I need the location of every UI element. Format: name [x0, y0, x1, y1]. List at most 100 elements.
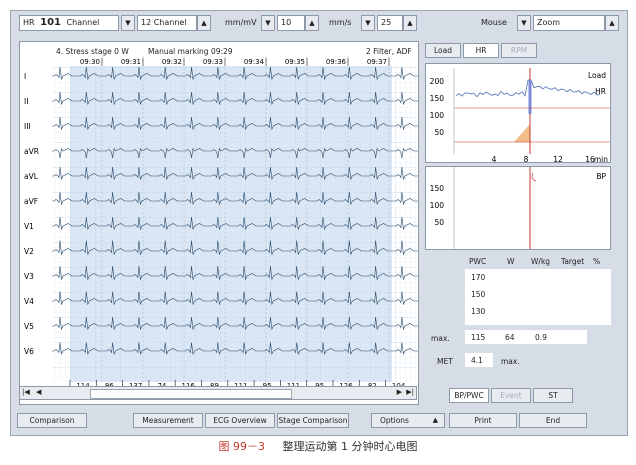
- max-value: 64: [505, 333, 515, 342]
- figure-caption: 图 99－3 整理运动第 1 分钟时心电图: [0, 438, 636, 454]
- time-label: 09:33: [203, 58, 223, 66]
- sensitivity-value[interactable]: 10: [277, 15, 305, 31]
- col-w: W: [507, 257, 515, 266]
- scroll-thumb[interactable]: [90, 389, 292, 399]
- tab-rpm[interactable]: RPM: [501, 43, 537, 58]
- scroll-next-icon[interactable]: ▶: [397, 388, 402, 396]
- sensitivity-down-icon[interactable]: ▼: [261, 15, 275, 31]
- met-label: MET: [437, 357, 453, 366]
- load-label: Load: [588, 71, 606, 80]
- lead-label: V4: [24, 297, 34, 306]
- hr-label: HR: [595, 87, 606, 96]
- stress-stage-label: 4. Stress stage 0 W: [56, 47, 129, 56]
- bp-ytick: 100: [430, 201, 445, 210]
- filter-label: 2 Filter, ADF: [366, 47, 412, 56]
- speed-unit: mm/s: [329, 18, 352, 27]
- col-pwc: PWC: [469, 257, 487, 266]
- bp-ytick: 50: [434, 218, 444, 227]
- measurement-button[interactable]: Measurement: [133, 413, 203, 428]
- lead-label: V3: [24, 272, 34, 281]
- bp-marker-curve: [531, 172, 537, 182]
- pwc-table: PWC W W/kg Target % 170 150 130 max. 115…: [425, 253, 611, 373]
- tab-load[interactable]: Load: [425, 43, 461, 58]
- time-label: 09:31: [121, 58, 141, 66]
- pwc-values-box: 170 150 130: [465, 269, 611, 325]
- print-button[interactable]: Print: [449, 413, 517, 428]
- speed-down-icon[interactable]: ▼: [361, 15, 375, 31]
- tab-event[interactable]: Event: [491, 388, 531, 403]
- mouse-dropdown-icon[interactable]: ▼: [517, 15, 531, 31]
- trend-panel: 200 150 100 50 4 8 12 16 min Load HR: [425, 63, 611, 163]
- scroll-prev-icon[interactable]: ◀: [36, 388, 41, 396]
- tab-hr[interactable]: HR: [463, 43, 499, 58]
- channel-dropdown-icon[interactable]: ▼: [121, 15, 135, 31]
- hr-series-line: [455, 79, 601, 98]
- options-arrow-icon: ▲: [432, 416, 438, 424]
- pwc-value: 130: [471, 307, 486, 316]
- max-row: 115 64 0.9: [465, 330, 587, 344]
- ecg-scrollbar[interactable]: |◀ ◀ ▶ ▶|: [19, 386, 417, 400]
- stage-comparison-button[interactable]: Stage Comparison: [277, 413, 349, 428]
- bp-label: BP: [596, 172, 606, 181]
- selection-highlight: [70, 66, 392, 382]
- tab-st[interactable]: ST: [533, 388, 573, 403]
- bp-panel: 150 100 50 BP: [425, 166, 611, 250]
- mouse-mode-select[interactable]: Zoom: [533, 15, 605, 31]
- lead-label: I: [24, 72, 26, 81]
- tab-bp-pwc[interactable]: BP/PWC: [449, 388, 489, 403]
- trend-ytick: 200: [430, 77, 445, 86]
- lead-label: V1: [24, 222, 34, 231]
- speed-value[interactable]: 25: [377, 15, 403, 31]
- scroll-last-icon[interactable]: ▶|: [406, 388, 414, 396]
- ecg-application-window: HR 101 Channel ▼ 12 Channel ▲ mm/mV ▼ 10…: [10, 10, 628, 436]
- sensitivity-up-icon[interactable]: ▲: [305, 15, 319, 31]
- hr-label: HR: [23, 18, 35, 27]
- mouse-up-icon[interactable]: ▲: [605, 15, 619, 31]
- scroll-first-icon[interactable]: |◀: [22, 388, 30, 396]
- options-label: Options: [380, 416, 409, 425]
- trend-ytick: 150: [430, 94, 445, 103]
- col-percent: %: [593, 257, 601, 266]
- channel-label: Channel: [66, 18, 100, 27]
- mouse-label: Mouse: [481, 18, 507, 27]
- lead-label: aVF: [24, 197, 38, 206]
- ecg-display[interactable]: 09:30 09:31 09:32 09:33 09:34 09:35 09:36 09:37…: [19, 41, 419, 405]
- time-label: 09:30: [80, 58, 100, 66]
- ecg-overview-button[interactable]: ECG Overview: [205, 413, 275, 428]
- hr-channel-box: HR 101 Channel: [19, 15, 119, 31]
- col-wkg: W/kg: [531, 257, 551, 266]
- lead-label: aVL: [24, 172, 39, 181]
- comparison-button[interactable]: Comparison: [17, 413, 87, 428]
- speed-up-icon[interactable]: ▲: [403, 15, 417, 31]
- pwc-value: 170: [471, 273, 486, 282]
- met-box: 4.1: [465, 353, 493, 367]
- time-label: 09:32: [162, 58, 182, 66]
- max-label: max.: [431, 334, 450, 343]
- trend-xtick: 12: [553, 155, 563, 163]
- trend-ytick: 50: [434, 128, 444, 137]
- max-value: 0.9: [535, 333, 547, 342]
- lead-label: aVR: [24, 147, 39, 156]
- lead-label: V2: [24, 247, 34, 256]
- sensitivity-unit: mm/mV: [225, 18, 257, 27]
- hr-value: 101: [40, 17, 61, 28]
- channel-select[interactable]: 12 Channel: [137, 15, 197, 31]
- lead-label: V5: [24, 322, 34, 331]
- bp-chart: 150 100 50 BP: [430, 167, 606, 249]
- channel-up-icon[interactable]: ▲: [197, 15, 211, 31]
- lead-label: III: [24, 122, 31, 131]
- time-label: 09:36: [326, 58, 347, 66]
- trend-xtick: 8: [524, 155, 529, 163]
- manual-marking-label: Manual marking 09:29: [148, 47, 233, 56]
- trend-chart: 200 150 100 50 4 8 12 16 min Load HR: [430, 68, 610, 163]
- figure-title: 整理运动第 1 分钟时心电图: [282, 440, 418, 453]
- pwc-value: 150: [471, 290, 486, 299]
- max-value: 115: [471, 333, 486, 342]
- figure-number: 图 99－3: [218, 440, 266, 453]
- options-button[interactable]: Options ▲: [371, 413, 445, 428]
- met-value: 4.1: [471, 356, 483, 365]
- load-fill: [514, 124, 530, 142]
- time-label: 09:34: [244, 58, 265, 66]
- met-suffix: max.: [501, 357, 520, 366]
- end-button[interactable]: End: [519, 413, 587, 428]
